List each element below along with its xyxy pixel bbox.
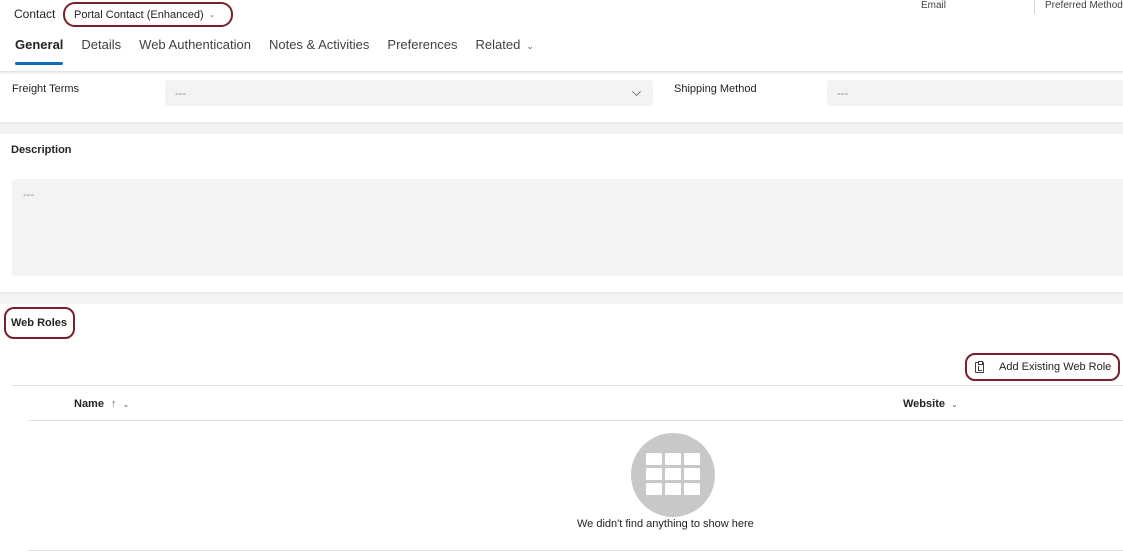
column-name-label: Name [74,398,104,410]
chevron-down-icon: ⌄ [122,400,130,409]
empty-grid-icon [631,433,715,517]
tab-bar: General Details Web Authentication Notes… [15,37,552,65]
description-title: Description [11,144,72,156]
column-header-name[interactable]: Name ↑ ⌄ [74,398,129,410]
tab-label: Details [81,37,122,52]
tab-label: Web Authentication [139,37,251,52]
header-field-email: Email [921,0,947,11]
freight-terms-value: --- [175,88,186,100]
tab-general[interactable]: General [15,37,64,65]
empty-state-message: We didn't find anything to show here [577,518,754,530]
shipping-section: Freight Terms --- Shipping Method --- [0,74,1123,122]
sort-ascending-icon: ↑ [111,398,117,410]
column-website-label: Website [903,398,945,410]
web-roles-section: Web Roles Add Existing Web Role Name ↑ ⌄… [0,304,1123,557]
tab-notes-activities[interactable]: Notes & Activities [269,37,369,65]
chevron-down-icon [632,87,641,96]
clipboard-icon [975,360,984,373]
shipping-method-label: Shipping Method [674,83,757,95]
tab-related[interactable]: Related ⌄ [476,37,534,65]
tab-label: General [15,37,64,52]
web-roles-title-text: Web Roles [11,317,68,329]
form-selector-dropdown[interactable]: Portal Contact (Enhanced) ⌄ [63,2,233,27]
tab-details[interactable]: Details [81,37,121,65]
header-field-preferred-method: Preferred Method [1034,0,1123,14]
column-header-website[interactable]: Website ⌄ [903,398,958,410]
description-value: --- [23,189,34,201]
add-existing-web-role-label: Add Existing Web Role [999,361,1112,373]
form-selector-label: Portal Contact (Enhanced) [74,8,204,21]
chevron-down-icon: ⌄ [951,400,958,409]
tab-label: Related [475,37,521,52]
description-field[interactable]: --- [12,179,1123,276]
grid-divider [28,550,1123,551]
tab-preferences[interactable]: Preferences [387,37,457,65]
freight-terms-select[interactable]: --- [165,80,653,106]
shipping-method-select[interactable]: --- [827,80,1123,106]
shipping-method-value: --- [837,88,848,100]
freight-terms-label: Freight Terms [12,83,80,95]
web-roles-title: Web Roles [4,307,75,339]
form-header: Contact Portal Contact (Enhanced) ⌄ Emai… [0,0,1123,72]
add-existing-web-role-button[interactable]: Add Existing Web Role [965,353,1120,381]
description-section: Description --- [0,134,1123,292]
chevron-down-icon: ⌄ [526,41,534,51]
tab-label: Notes & Activities [268,37,370,52]
chevron-down-icon: ⌄ [208,10,216,19]
tab-label: Preferences [387,37,458,52]
tab-web-authentication[interactable]: Web Authentication [139,37,251,65]
grid-header-row: Name ↑ ⌄ Website ⌄ [28,386,1123,421]
entity-label: Contact [14,7,56,21]
